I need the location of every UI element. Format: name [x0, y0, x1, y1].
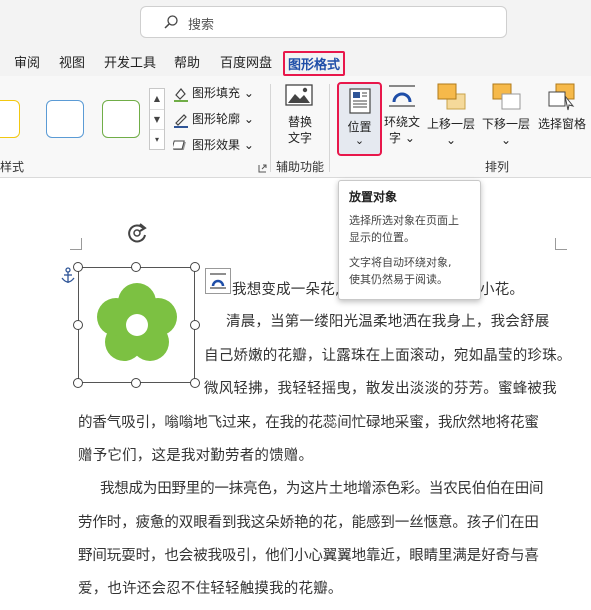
- send-backward-dropdown-icon: ⌄: [500, 133, 512, 147]
- tooltip-spacer: [349, 246, 470, 254]
- resize-handle-bottom-left[interactable]: [73, 378, 83, 388]
- position-icon: [349, 88, 371, 114]
- search-icon: [164, 15, 178, 29]
- tooltip-line-1: 选择所选对象在页面上: [349, 214, 459, 227]
- position-dropdown-icon: ⌄: [354, 134, 365, 147]
- tooltip-title: 放置对象: [349, 190, 398, 204]
- document-canvas: 我想变成一朵花, 小花。 清晨，当第一缕阳光温柔地洒在我身上，我会舒展 自己娇嫩…: [0, 178, 591, 610]
- effects-icon: [171, 140, 186, 150]
- pen-icon: [174, 113, 188, 128]
- style-swatch-green[interactable]: [102, 100, 140, 138]
- resize-handle-top[interactable]: [131, 262, 141, 272]
- selection-pane-button[interactable]: 选择窗格: [537, 82, 587, 132]
- alt-text-label-2: 文字: [287, 131, 312, 145]
- tooltip-line-2: 显示的位置。: [349, 231, 415, 244]
- anchor-icon: [61, 267, 75, 283]
- shape-effects-button[interactable]: 图形效果 ⌄: [171, 136, 254, 154]
- dialog-launcher-icon[interactable]: [258, 164, 267, 173]
- doc-line-5: 的香气吸引，嗡嗡地飞过来，在我的花蕊间忙碌地采蜜，我欣然地将花蜜: [78, 415, 539, 431]
- tooltip-line-4: 使其仍然易于阅读。: [349, 273, 448, 286]
- wrap-text-label-2-text: 字: [389, 131, 402, 145]
- position-button[interactable]: 位置 ⌄: [337, 82, 382, 156]
- doc-line-1b: 小花。: [480, 282, 525, 298]
- doc-line-1a: 我想变成一朵花,: [232, 282, 340, 298]
- arrange-group-label: 排列: [485, 160, 510, 174]
- gallery-up-icon[interactable]: ▲: [150, 89, 164, 109]
- menu-help[interactable]: 帮助: [174, 52, 200, 71]
- menu-baidu-netdisk[interactable]: 百度网盘: [220, 52, 272, 71]
- doc-line-8: 劳作时，疲惫的双眼看到我这朵娇艳的花，能感到一丝惬意。孩子们在田: [78, 515, 539, 531]
- shape-outline-label: 图形轮廓: [192, 112, 241, 126]
- doc-line-4: 微风轻拂，我轻轻摇曳，散发出淡淡的芬芳。蜜蜂被我: [204, 381, 557, 397]
- menu-review[interactable]: 审阅: [14, 52, 40, 71]
- doc-line-10: 爱，也许还会忍不住轻轻触摸我的花瓣。: [78, 581, 343, 597]
- search-placeholder: 搜索: [188, 18, 215, 33]
- bring-forward-icon: [437, 83, 466, 110]
- position-tooltip: 放置对象 选择所选对象在页面上 显示的位置。 文字将自动环绕对象, 使其仍然易于…: [338, 180, 481, 300]
- style-group-label: 样式: [0, 160, 25, 174]
- menu-developer[interactable]: 开发工具: [104, 52, 156, 71]
- style-gallery-scroll[interactable]: ▲ ▼ ▾: [149, 88, 165, 150]
- title-bar: 搜索: [0, 0, 591, 44]
- search-box[interactable]: 搜索: [140, 6, 507, 38]
- position-label: 位置: [347, 120, 372, 134]
- resize-handle-right[interactable]: [190, 320, 200, 330]
- send-backward-button[interactable]: 下移一层 ⌄: [481, 82, 531, 148]
- style-swatch-blue[interactable]: [46, 100, 84, 138]
- ribbon-separator: [270, 84, 271, 172]
- layout-options-icon: [210, 273, 226, 289]
- shape-fill-button[interactable]: 图形填充 ⌄: [173, 84, 254, 102]
- resize-handle-left[interactable]: [73, 320, 83, 330]
- flower-shape[interactable]: [94, 280, 180, 370]
- doc-line-9: 野间玩耍时，也会被我吸引，他们小心翼翼地靠近，眼睛里满是好奇与喜: [78, 548, 539, 564]
- send-backward-label: 下移一层: [481, 117, 530, 131]
- wrap-text-button[interactable]: 环绕文 字 ⌄: [381, 82, 423, 146]
- wrap-text-icon: [389, 85, 415, 107]
- tooltip-line-3: 文字将自动环绕对象,: [349, 256, 452, 269]
- margin-corner-right: [555, 238, 567, 250]
- wrap-text-label-1: 环绕文: [383, 115, 420, 129]
- menu-bar: 审阅 视图 开发工具 帮助 百度网盘 图形格式: [0, 44, 591, 76]
- menu-shape-format[interactable]: 图形格式: [283, 51, 346, 76]
- doc-line-3: 自己娇嫩的花瓣，让露珠在上面滚动，宛如晶莹的珍珠。: [204, 348, 572, 364]
- ribbon-separator: [329, 84, 330, 172]
- resize-handle-bottom-right[interactable]: [190, 378, 200, 388]
- accessibility-group-label: 辅助功能: [276, 160, 325, 174]
- alt-text-label-1: 替换: [287, 115, 312, 129]
- doc-line-6: 赠予它们，这是我对勤劳者的馈赠。: [78, 448, 314, 464]
- gallery-down-icon[interactable]: ▼: [150, 109, 164, 129]
- picture-icon: [285, 84, 313, 106]
- doc-line-7: 我想成为田野里的一抹亮色，为这片土地增添色彩。当农民伯伯在田间: [100, 481, 544, 497]
- send-backward-icon: [492, 83, 521, 110]
- resize-handle-bottom[interactable]: [131, 378, 141, 388]
- selection-pane-icon: [548, 83, 575, 111]
- layout-options-button[interactable]: [205, 268, 231, 294]
- menu-view[interactable]: 视图: [59, 52, 85, 71]
- bring-forward-label: 上移一层: [426, 117, 475, 131]
- selection-pane-label: 选择窗格: [537, 117, 586, 131]
- resize-handle-top-right[interactable]: [190, 262, 200, 272]
- style-swatch-yellow[interactable]: [0, 100, 20, 138]
- doc-line-2: 清晨，当第一缕阳光温柔地洒在我身上，我会舒展: [226, 314, 550, 330]
- shape-effects-label: 图形效果: [192, 138, 241, 152]
- bring-forward-dropdown-icon: ⌄: [445, 133, 457, 147]
- paint-bucket-icon: [174, 87, 188, 102]
- ribbon: ▲ ▼ ▾ 图形填充 ⌄ 图形轮廓 ⌄ 图形效果 ⌄ 样式 替换 文字 辅助功能…: [0, 76, 591, 178]
- shape-fill-label: 图形填充: [192, 86, 241, 100]
- alt-text-button[interactable]: 替换 文字: [282, 82, 318, 146]
- shape-outline-button[interactable]: 图形轮廓 ⌄: [173, 110, 254, 128]
- margin-corner-left: [70, 238, 82, 250]
- bring-forward-button[interactable]: 上移一层 ⌄: [426, 82, 476, 148]
- rotate-handle-icon[interactable]: [126, 222, 148, 244]
- gallery-more-icon[interactable]: ▾: [150, 129, 164, 149]
- wrap-text-label-2: 字 ⌄: [389, 131, 415, 145]
